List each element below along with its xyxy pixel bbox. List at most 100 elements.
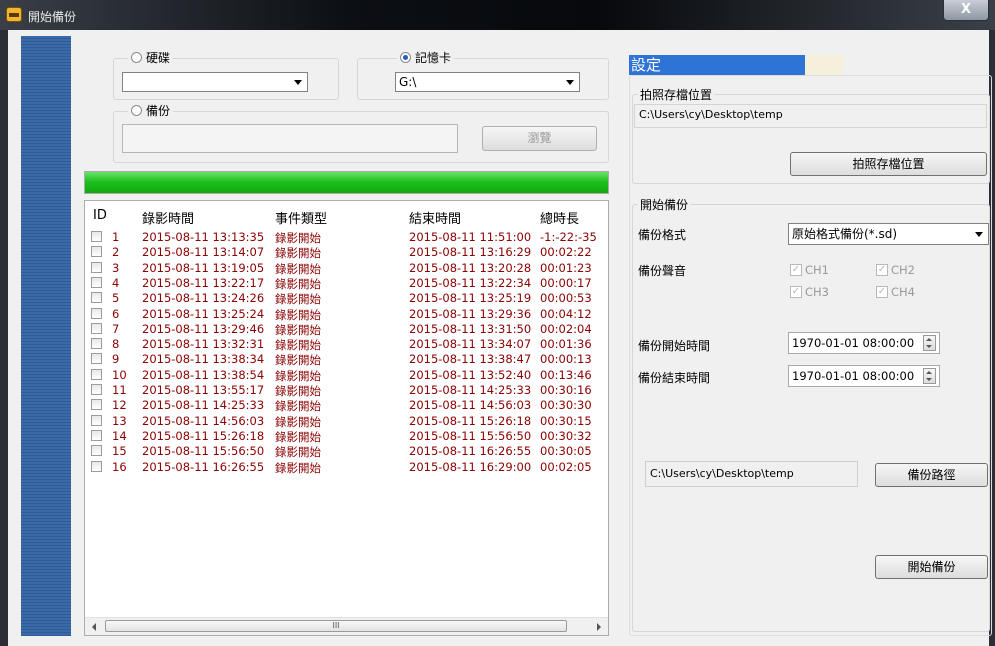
scroll-left-icon[interactable]	[92, 623, 96, 631]
end-time-label: 備份結束時間	[638, 371, 711, 385]
spin-buttons-icon[interactable]	[923, 368, 936, 384]
table-row[interactable]: 1 2015-08-11 13:13:35 錄影開始 2015-08-11 11:51…	[85, 229, 608, 245]
column-header-id[interactable]: ID	[93, 208, 107, 223]
backup-radio-dot[interactable]	[131, 105, 142, 116]
table-row[interactable]: 14 2015-08-11 15:26:18 錄影開始 2015-08-11 15:5…	[85, 428, 608, 444]
browse-button[interactable]: 瀏覽	[482, 126, 597, 151]
start-backup-button[interactable]: 開始備份	[875, 555, 988, 579]
cell-end: 2015-08-11 14:56:03	[409, 398, 532, 413]
scroll-thumb[interactable]: III	[105, 620, 567, 632]
format-select[interactable]: 原始格式備份(*.sd)	[788, 223, 989, 245]
table-row[interactable]: 3 2015-08-11 13:19:05 錄影開始 2015-08-11 13:20…	[85, 260, 608, 276]
table-row[interactable]: 7 2015-08-11 13:29:46 錄影開始 2015-08-11 13:31…	[85, 321, 608, 337]
table-row[interactable]: 6 2015-08-11 13:25:24 錄影開始 2015-08-11 13:29…	[85, 306, 608, 322]
column-header-record-time[interactable]: 錄影時間	[142, 208, 194, 227]
cell-end: 2015-08-11 13:31:50	[409, 321, 532, 336]
row-checkbox[interactable]	[91, 261, 102, 273]
cell-id: 13	[112, 413, 127, 428]
cell-end: 2015-08-11 13:52:40	[409, 367, 532, 382]
cell-id: 15	[112, 444, 127, 459]
end-time-picker[interactable]: 1970-01-01 08:00:00	[788, 365, 940, 387]
checkmark-icon[interactable]: ✓	[790, 264, 802, 276]
row-checkbox[interactable]	[91, 338, 102, 350]
column-header-event-type[interactable]: 事件類型	[275, 208, 327, 227]
card-select[interactable]: G:\	[395, 72, 580, 92]
cell-start: 2015-08-11 13:55:17	[142, 383, 265, 397]
hdd-select[interactable]	[122, 72, 308, 92]
row-checkbox[interactable]	[91, 353, 102, 365]
row-checkbox[interactable]	[91, 307, 102, 319]
table-row[interactable]: 5 2015-08-11 13:24:26 錄影開始 2015-08-11 13:25…	[85, 290, 608, 306]
row-checkbox[interactable]	[91, 231, 102, 242]
table-row[interactable]: 10 2015-08-11 13:38:54 錄影開始 2015-08-11 13:5…	[85, 367, 608, 383]
cell-dur: 00:00:53	[540, 291, 592, 306]
format-label: 備份格式	[638, 228, 687, 242]
row-checkbox[interactable]	[91, 322, 102, 334]
cell-dur: 00:04:12	[540, 306, 592, 321]
format-select-value: 原始格式備份(*.sd)	[792, 227, 898, 241]
checkmark-icon[interactable]: ✓	[790, 286, 802, 298]
table-row[interactable]: 16 2015-08-11 16:26:55 錄影開始 2015-08-11 16:2…	[85, 459, 608, 475]
close-button[interactable]: X	[943, 0, 989, 21]
cell-dur: 00:13:46	[540, 367, 592, 382]
column-header-duration[interactable]: 總時長	[540, 208, 579, 227]
snapshot-path-field[interactable]: C:\Users\cy\Desktop\temp	[634, 104, 987, 128]
column-header-end-time[interactable]: 結束時間	[409, 208, 461, 227]
scroll-right-icon[interactable]	[597, 623, 601, 631]
audio-label: 備份聲音	[638, 264, 687, 278]
channel-ch3-checkbox[interactable]: ✓ CH3	[790, 285, 829, 299]
cell-start: 2015-08-11 13:29:46	[142, 321, 265, 336]
start-time-label: 備份開始時間	[638, 339, 711, 353]
cell-dur: -1:-22:-35	[540, 230, 597, 244]
backup-path-field[interactable]: C:\Users\cy\Desktop\temp	[645, 461, 858, 487]
progress-fill	[85, 172, 608, 193]
row-checkbox[interactable]	[91, 276, 102, 288]
row-checkbox[interactable]	[91, 246, 102, 258]
backup-radio[interactable]: 備份	[128, 102, 174, 119]
row-checkbox[interactable]	[91, 399, 102, 411]
snapshot-location-button[interactable]: 拍照存檔位置	[790, 152, 987, 176]
table-row[interactable]: 2 2015-08-11 13:14:07 錄影開始 2015-08-11 13:16…	[85, 244, 608, 260]
table-row[interactable]: 13 2015-08-11 14:56:03 錄影開始 2015-08-11 15:2…	[85, 413, 608, 429]
cell-id: 4	[112, 275, 120, 290]
checkmark-icon[interactable]: ✓	[876, 286, 888, 298]
title-bar: 開始備份 X	[0, 0, 995, 30]
channel-ch2-checkbox[interactable]: ✓ CH2	[876, 263, 915, 277]
cell-dur: 00:30:15	[540, 413, 592, 428]
row-checkbox[interactable]	[91, 429, 102, 441]
table-row[interactable]: 9 2015-08-11 13:38:34 錄影開始 2015-08-11 13:38…	[85, 351, 608, 367]
channel-ch2-label: CH2	[891, 263, 915, 277]
row-checkbox[interactable]	[91, 460, 102, 472]
table-row[interactable]: 12 2015-08-11 14:25:33 錄影開始 2015-08-11 14:5…	[85, 397, 608, 413]
table-row[interactable]: 4 2015-08-11 13:22:17 錄影開始 2015-08-11 13:22…	[85, 275, 608, 291]
backup-source-path[interactable]	[122, 124, 458, 153]
cell-start: 2015-08-11 13:22:17	[142, 275, 265, 290]
row-checkbox[interactable]	[91, 292, 102, 304]
row-checkbox[interactable]	[91, 384, 102, 395]
checkmark-icon[interactable]: ✓	[876, 264, 888, 276]
chevron-down-icon	[975, 232, 983, 237]
hdd-radio[interactable]: 硬碟	[128, 49, 174, 66]
card-radio-dot[interactable]	[400, 52, 411, 63]
table-row[interactable]: 11 2015-08-11 13:55:17 錄影開始 2015-08-11 14:2…	[85, 382, 608, 398]
channel-ch4-checkbox[interactable]: ✓ CH4	[876, 285, 915, 299]
event-list[interactable]: ID 錄影時間 事件類型 結束時間 總時長 1 2015-08-11 13:13:…	[84, 200, 609, 636]
card-radio[interactable]: 記憶卡	[397, 49, 455, 66]
cell-end: 2015-08-11 13:25:19	[409, 291, 532, 306]
row-checkbox[interactable]	[91, 368, 102, 380]
table-row[interactable]: 15 2015-08-11 15:56:50 錄影開始 2015-08-11 16:2…	[85, 443, 608, 459]
channel-ch1-checkbox[interactable]: ✓ CH1	[790, 263, 829, 277]
row-checkbox[interactable]	[91, 414, 102, 426]
table-row[interactable]: 8 2015-08-11 13:32:31 錄影開始 2015-08-11 13:34…	[85, 336, 608, 352]
horizontal-scrollbar[interactable]: III	[85, 617, 608, 635]
spin-buttons-icon[interactable]	[923, 335, 936, 351]
cell-end: 2015-08-11 13:34:07	[409, 337, 532, 352]
hdd-radio-dot[interactable]	[131, 52, 142, 63]
channel-ch4-label: CH4	[891, 285, 915, 299]
row-checkbox[interactable]	[91, 445, 102, 457]
start-time-picker[interactable]: 1970-01-01 08:00:00	[788, 332, 940, 354]
progress-bar	[84, 171, 609, 194]
cell-end: 2015-08-11 13:22:34	[409, 275, 532, 290]
backup-path-button[interactable]: 備份路徑	[875, 463, 988, 487]
cell-start: 2015-08-11 13:38:34	[142, 352, 265, 367]
